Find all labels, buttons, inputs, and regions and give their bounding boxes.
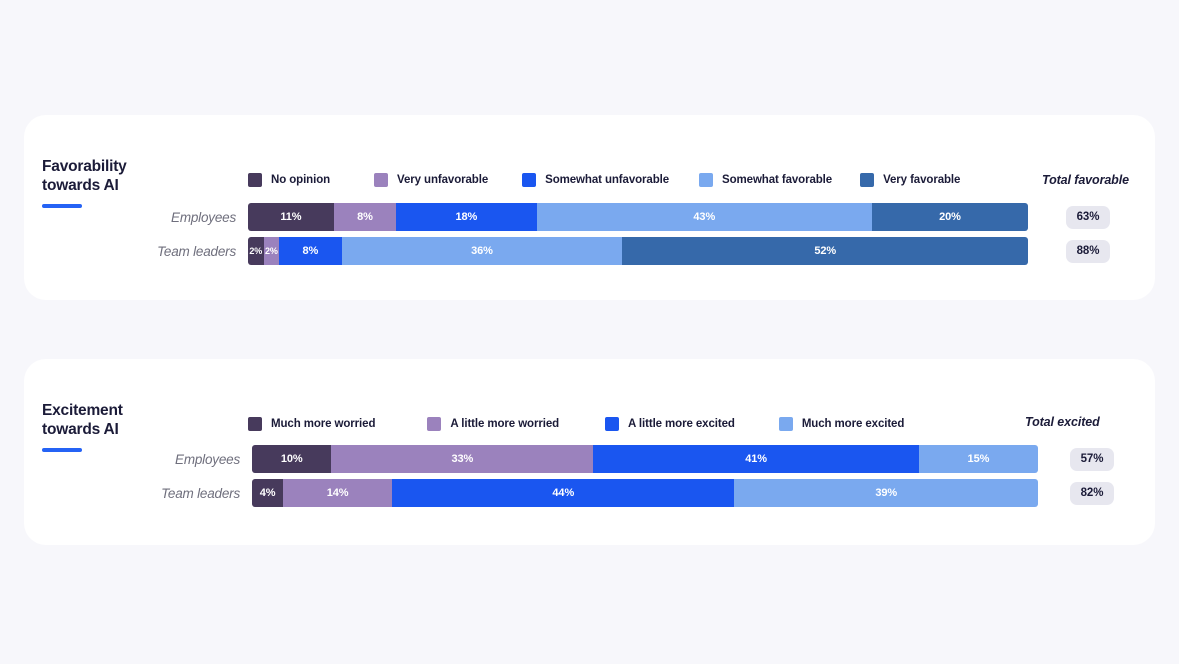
bar-segment[interactable]: 18% <box>396 203 537 231</box>
bar-segment-value: 11% <box>280 211 302 223</box>
legend-swatch-icon <box>860 173 875 187</box>
legend-swatch-icon <box>605 417 620 431</box>
legend-item[interactable]: Much more excited <box>778 417 905 431</box>
row-label: Team leaders <box>161 485 240 501</box>
page-title: Favorability towards AI <box>42 157 242 195</box>
bar-segment-value: 8% <box>302 245 319 257</box>
bar-segment[interactable]: 14% <box>283 479 393 507</box>
legend-item[interactable]: Much more worried <box>248 417 375 431</box>
bar-segment[interactable]: 20% <box>871 203 1028 231</box>
bar-segment[interactable]: 15% <box>918 445 1038 473</box>
stacked-bar: 2% 2% 8% 36% 52% <box>248 237 1028 265</box>
bar-segment-value: 39% <box>875 487 898 499</box>
bar-segment[interactable]: 52% <box>622 237 1028 265</box>
excitement-title-line2: towards AI <box>42 421 119 438</box>
total-badge: 82% <box>1070 481 1114 505</box>
legend-item[interactable]: A little more worried <box>427 417 559 431</box>
excitement-title-line1: Excitement <box>42 402 123 419</box>
total-badge-value: 88% <box>1076 245 1100 257</box>
favorability-title-line1: Favorability <box>42 158 127 175</box>
favorability-legend: No opinion Very unfavorable Somewhat unfav… <box>248 173 960 187</box>
bar-segment[interactable]: 2% <box>248 237 264 265</box>
legend-item[interactable]: Very favorable <box>860 173 960 187</box>
bar-segment-value: 14% <box>326 487 349 499</box>
bar-segment-value: 10% <box>280 453 303 465</box>
bar-segment-value: 43% <box>693 211 716 223</box>
bar-segment[interactable]: 11% <box>248 203 334 231</box>
bar-segment[interactable]: 41% <box>593 445 919 473</box>
legend-item[interactable]: Somewhat favorable <box>699 173 832 187</box>
bar-segment[interactable]: 44% <box>392 479 735 507</box>
favorability-card: Favorability towards AI No opinion Very u… <box>24 115 1155 300</box>
chart-row: Employees 11% 8% 18% 43% 20% 63% <box>24 203 1155 231</box>
legend-item-label: Much more worried <box>271 418 376 430</box>
legend-item[interactable]: Somewhat unfavorable <box>522 173 669 187</box>
bar-segment[interactable]: 4% <box>252 479 284 507</box>
bar-segment-value: 52% <box>814 245 837 257</box>
bar-segment-value: 18% <box>455 211 478 223</box>
bar-segment-value: 4% <box>259 487 276 499</box>
bar-segment-value: 2% <box>264 246 278 256</box>
total-badge-value: 63% <box>1076 211 1100 223</box>
legend-swatch-icon <box>248 173 262 187</box>
legend-item[interactable]: A little more excited <box>605 417 735 431</box>
legend-item-label: A little more worried <box>450 418 560 430</box>
legend-item-label: Very favorable <box>883 174 961 186</box>
legend-item-label: A little more excited <box>628 418 735 430</box>
chart-row: Team leaders 4% 14% 44% 39% 82% <box>24 479 1155 507</box>
legend-item-label: No opinion <box>271 174 331 186</box>
bar-segment[interactable]: 39% <box>734 479 1038 507</box>
row-label: Employees <box>175 451 240 467</box>
legend-item[interactable]: No opinion <box>248 173 330 187</box>
stacked-bar: 4% 14% 44% 39% <box>252 479 1038 507</box>
legend-item-label: Very unfavorable <box>397 174 489 186</box>
legend-item-label: Somewhat unfavorable <box>545 174 670 186</box>
excitement-total-header: Total excited <box>1025 415 1100 429</box>
legend-swatch-icon <box>374 173 389 187</box>
row-label: Team leaders <box>157 243 236 259</box>
total-badge: 88% <box>1066 239 1110 263</box>
bar-segment[interactable]: 33% <box>331 445 594 473</box>
bar-segment[interactable]: 36% <box>341 237 623 265</box>
stacked-bar: 10% 33% 41% 15% <box>252 445 1038 473</box>
row-label: Employees <box>171 209 236 225</box>
bar-segment-value: 8% <box>357 211 373 223</box>
bar-segment[interactable]: 8% <box>333 203 397 231</box>
bar-segment[interactable]: 2% <box>263 237 280 265</box>
excitement-legend: Much more worried A little more worried A … <box>248 417 904 431</box>
bar-segment-value: 20% <box>939 211 961 223</box>
chart-row: Team leaders 2% 2% 8% 36% 52% 88% <box>24 237 1155 265</box>
excitement-page-title: Excitement towards AI <box>42 401 242 439</box>
legend-item-label: Somewhat favorable <box>722 174 833 186</box>
bar-segment-value: 15% <box>967 453 990 465</box>
total-badge: 63% <box>1066 205 1110 229</box>
total-badge: 57% <box>1070 447 1114 471</box>
bar-segment[interactable]: 8% <box>279 237 342 265</box>
bar-segment-value: 44% <box>552 487 575 499</box>
bar-segment[interactable]: 43% <box>536 203 872 231</box>
legend-swatch-icon <box>699 173 714 187</box>
chart-row: Employees 10% 33% 41% 15% 57% <box>24 445 1155 473</box>
legend-item[interactable]: Very unfavorable <box>374 173 488 187</box>
bar-segment-value: 41% <box>745 453 767 465</box>
bar-segment[interactable]: 10% <box>252 445 332 473</box>
legend-swatch-icon <box>248 417 262 431</box>
legend-swatch-icon <box>778 417 793 431</box>
bar-segment-value: 33% <box>451 453 474 465</box>
legend-swatch-icon <box>427 417 442 431</box>
stacked-bar: 11% 8% 18% 43% 20% <box>248 203 1028 231</box>
legend-item-label: Much more excited <box>801 418 905 430</box>
favorability-title-line2: towards AI <box>42 177 119 194</box>
bar-segment-value: 36% <box>471 245 493 257</box>
favorability-total-header: Total favorable <box>1042 173 1129 187</box>
excitement-card: Excitement towards AI Much more worried A… <box>24 359 1155 545</box>
favorability-title-block: Favorability towards AI <box>42 157 242 208</box>
total-badge-value: 82% <box>1080 487 1104 499</box>
legend-swatch-icon <box>522 173 537 187</box>
total-badge-value: 57% <box>1080 453 1104 465</box>
bar-segment-value: 2% <box>249 246 263 256</box>
